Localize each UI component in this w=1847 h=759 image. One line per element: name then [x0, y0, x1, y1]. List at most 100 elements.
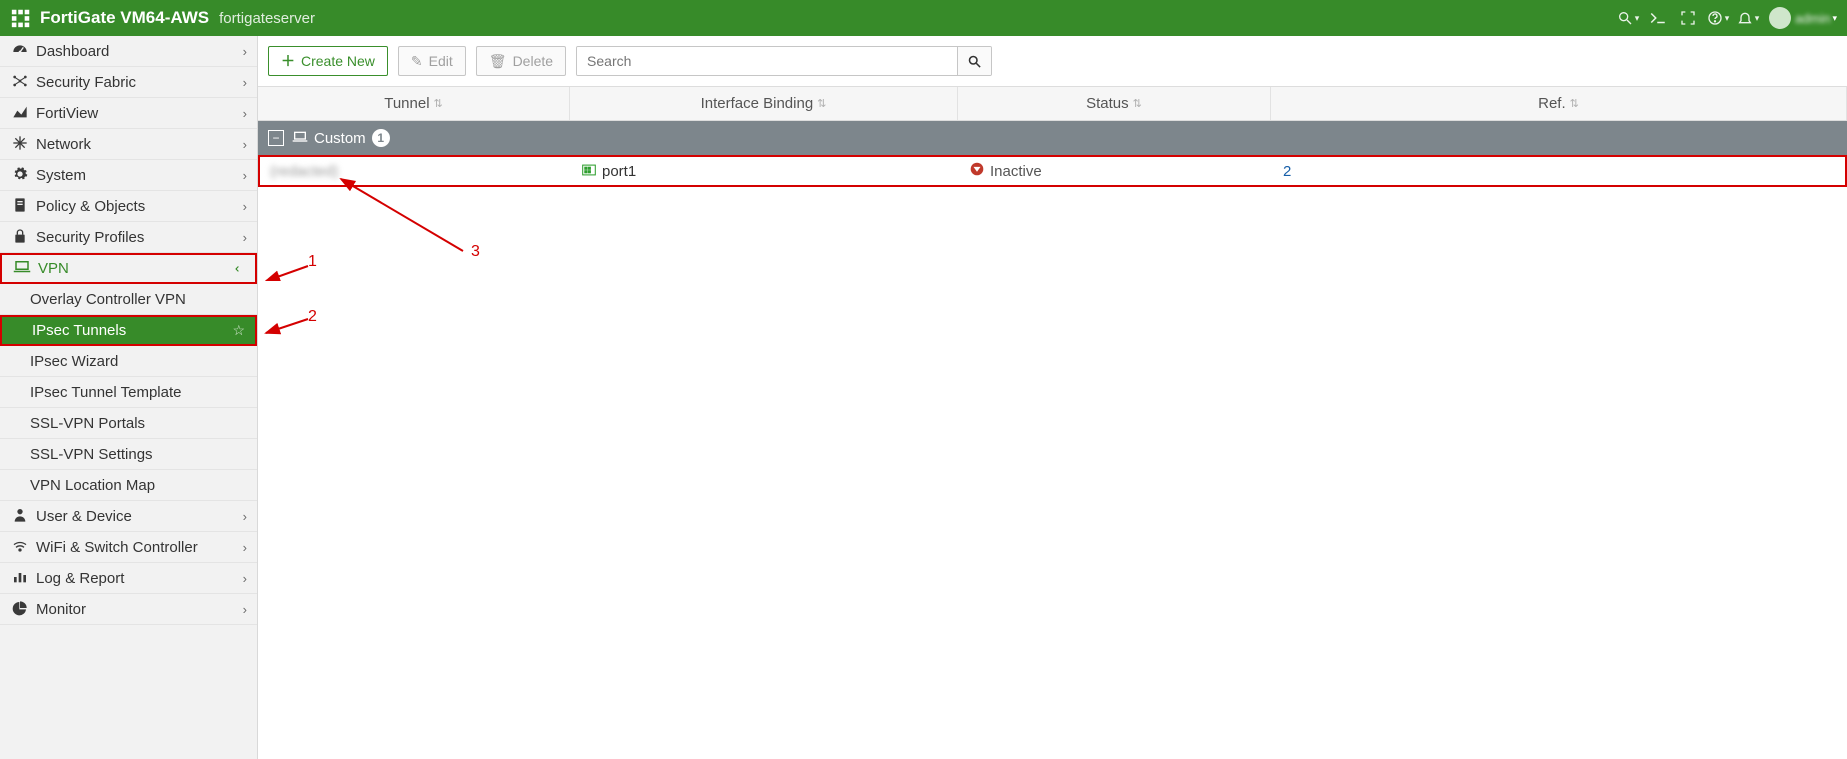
sidebar-item-label: FortiView: [36, 105, 243, 122]
pie-icon: [10, 600, 30, 619]
sidebar-item-security-fabric[interactable]: Security Fabric ›: [0, 67, 257, 98]
sidebar-item-label: System: [36, 167, 243, 184]
search-box: [576, 46, 992, 76]
chevron-right-icon: ›: [243, 106, 247, 121]
annotation-1: 1: [308, 253, 317, 271]
ref-link[interactable]: 2: [1283, 163, 1291, 180]
star-icon[interactable]: ☆: [232, 322, 245, 339]
chevron-right-icon: ›: [243, 199, 247, 214]
column-header-tunnel[interactable]: Tunnel⇅: [258, 87, 570, 120]
chevron-right-icon: ›: [243, 75, 247, 90]
laptop-icon: [292, 130, 308, 146]
sidebar-item-user-device[interactable]: User & Device ›: [0, 501, 257, 532]
avatar[interactable]: [1769, 7, 1791, 29]
sidebar-item-vpn[interactable]: VPN ⌄: [0, 253, 257, 284]
chevron-right-icon: ›: [243, 540, 247, 555]
chevron-right-icon: ›: [243, 137, 247, 152]
sidebar-item-log-report[interactable]: Log & Report ›: [0, 563, 257, 594]
sidebar-sub-label: Overlay Controller VPN: [30, 291, 247, 308]
table-row[interactable]: (redacted) port1 Inactive 2: [258, 155, 1847, 187]
cell-interface-binding: port1: [572, 157, 960, 185]
sidebar-sub-label: SSL-VPN Settings: [30, 446, 247, 463]
main-content: ＋ Create New ✎ Edit 🗑 Delete Tunnel: [258, 36, 1847, 759]
sort-icon: ⇅: [817, 97, 826, 110]
edit-button[interactable]: ✎ Edit: [398, 46, 466, 76]
sidebar-item-label: Monitor: [36, 601, 243, 618]
chevron-down-icon: ⌄: [232, 263, 248, 274]
fortiview-icon: [10, 105, 30, 122]
button-label: Create New: [301, 53, 375, 69]
plus-icon: ＋: [281, 51, 295, 71]
trash-icon: 🗑: [489, 53, 507, 70]
sidebar-item-system[interactable]: System ›: [0, 160, 257, 191]
interface-value: port1: [602, 163, 636, 180]
column-label: Status: [1086, 95, 1129, 112]
sidebar-sub-ipsec-tunnels[interactable]: IPsec Tunnels ☆: [0, 315, 257, 346]
hostname-label: fortigateserver: [219, 10, 315, 27]
search-input[interactable]: [577, 47, 957, 75]
search-icon[interactable]: ▾: [1613, 3, 1643, 33]
button-label: Edit: [429, 53, 453, 69]
fullscreen-icon[interactable]: [1673, 3, 1703, 33]
sidebar-sub-label: IPsec Wizard: [30, 353, 247, 370]
sidebar-sub-overlay-controller-vpn[interactable]: Overlay Controller VPN: [0, 284, 257, 315]
button-label: Delete: [513, 53, 553, 69]
column-label: Interface Binding: [701, 95, 814, 112]
table-header-row: Tunnel⇅ Interface Binding⇅ Status⇅ Ref.⇅: [258, 87, 1847, 121]
sidebar-item-wifi-switch[interactable]: WiFi & Switch Controller ›: [0, 532, 257, 563]
group-count-badge: 1: [372, 129, 390, 147]
chevron-right-icon: ›: [243, 602, 247, 617]
sidebar-item-policy-objects[interactable]: Policy & Objects ›: [0, 191, 257, 222]
sidebar-item-network[interactable]: Network ›: [0, 129, 257, 160]
pencil-icon: ✎: [411, 53, 423, 70]
table-group-custom[interactable]: − Custom 1: [258, 121, 1847, 155]
help-icon[interactable]: ▾: [1703, 3, 1733, 33]
brand-title: FortiGate VM64-AWS: [40, 8, 209, 28]
gear-icon: [10, 166, 30, 185]
status-value: Inactive: [990, 163, 1042, 180]
sidebar-sub-vpn-location-map[interactable]: VPN Location Map: [0, 470, 257, 501]
sidebar-sub-ssl-vpn-settings[interactable]: SSL-VPN Settings: [0, 439, 257, 470]
sidebar-sub-ipsec-wizard[interactable]: IPsec Wizard: [0, 346, 257, 377]
search-button[interactable]: [957, 47, 991, 75]
delete-button[interactable]: 🗑 Delete: [476, 46, 566, 76]
create-new-button[interactable]: ＋ Create New: [268, 46, 388, 76]
sidebar-item-label: User & Device: [36, 508, 243, 525]
barchart-icon: [10, 570, 30, 587]
sort-icon: ⇅: [434, 97, 443, 110]
sidebar-item-label: VPN: [38, 260, 234, 277]
sidebar-sub-ssl-vpn-portals[interactable]: SSL-VPN Portals: [0, 408, 257, 439]
column-header-interface-binding[interactable]: Interface Binding⇅: [570, 87, 958, 120]
sidebar-sub-label: SSL-VPN Portals: [30, 415, 247, 432]
chevron-right-icon: ›: [243, 230, 247, 245]
sidebar-sub-label: IPsec Tunnel Template: [30, 384, 247, 401]
sidebar-item-dashboard[interactable]: Dashboard ›: [0, 36, 257, 67]
username-label[interactable]: admin: [1795, 11, 1830, 26]
column-header-ref[interactable]: Ref.⇅: [1271, 87, 1847, 120]
sidebar-sub-ipsec-tunnel-template[interactable]: IPsec Tunnel Template: [0, 377, 257, 408]
wifi-icon: [10, 539, 30, 556]
sidebar-item-fortiview[interactable]: FortiView ›: [0, 98, 257, 129]
chevron-right-icon: ›: [243, 571, 247, 586]
sidebar-item-monitor[interactable]: Monitor ›: [0, 594, 257, 625]
sidebar-item-label: Security Fabric: [36, 74, 243, 91]
sidebar-item-label: Network: [36, 136, 243, 153]
collapse-icon[interactable]: −: [268, 130, 284, 146]
user-menu-caret-icon[interactable]: ▾: [1832, 13, 1837, 24]
network-icon: [10, 135, 30, 154]
sidebar-item-security-profiles[interactable]: Security Profiles ›: [0, 222, 257, 253]
policy-icon: [10, 197, 30, 216]
sidebar-item-label: Security Profiles: [36, 229, 243, 246]
cell-status: Inactive: [960, 157, 1273, 185]
lock-icon: [10, 228, 30, 247]
toolbar: ＋ Create New ✎ Edit 🗑 Delete: [258, 36, 1847, 86]
cli-console-icon[interactable]: [1643, 3, 1673, 33]
group-label: Custom: [314, 130, 366, 147]
status-down-icon: [970, 162, 984, 180]
column-header-status[interactable]: Status ⇅: [958, 87, 1271, 120]
chevron-right-icon: ›: [243, 168, 247, 183]
notifications-icon[interactable]: ▾: [1733, 3, 1763, 33]
tunnel-table: Tunnel⇅ Interface Binding⇅ Status⇅ Ref.⇅…: [258, 86, 1847, 187]
sort-icon: ⇅: [1133, 97, 1142, 110]
tunnel-name: (redacted): [270, 163, 338, 180]
